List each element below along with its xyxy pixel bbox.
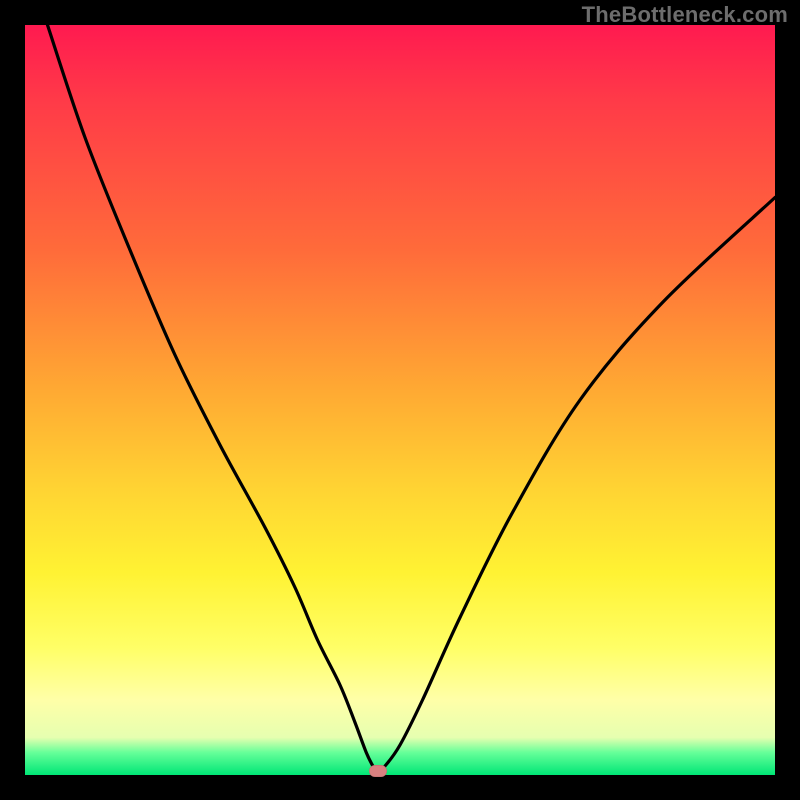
chart-frame: TheBottleneck.com xyxy=(0,0,800,800)
plot-area xyxy=(25,25,775,775)
bottleneck-curve xyxy=(25,25,775,775)
optimum-marker xyxy=(369,765,387,777)
watermark-label: TheBottleneck.com xyxy=(582,2,788,28)
